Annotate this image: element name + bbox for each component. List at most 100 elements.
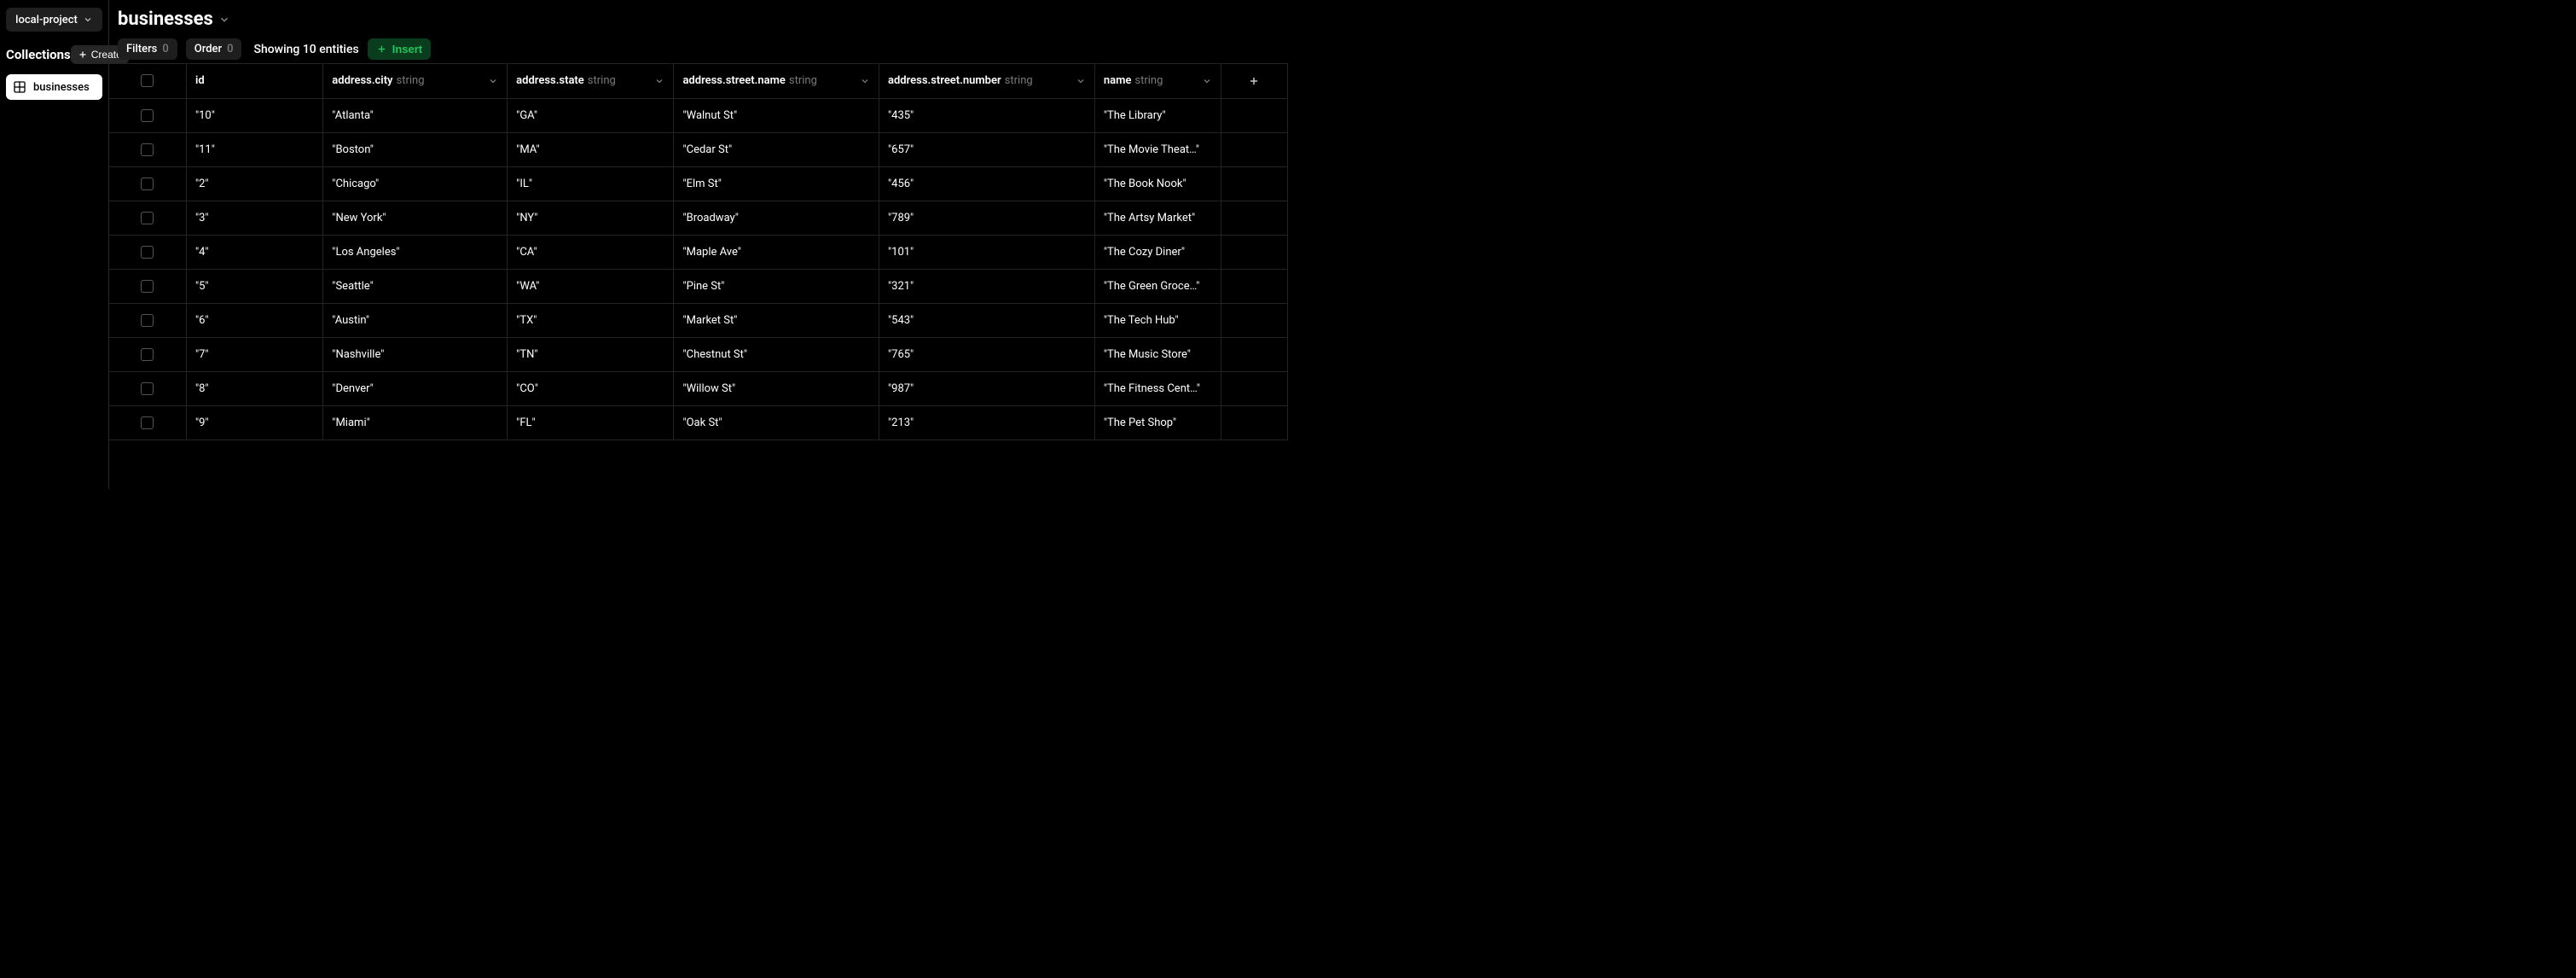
- row-checkbox[interactable]: [141, 178, 154, 190]
- cell-name[interactable]: "The Cozy Diner": [1094, 235, 1221, 269]
- cell-city[interactable]: "Denver": [323, 371, 508, 405]
- chevron-down-icon[interactable]: [1202, 76, 1212, 86]
- row-checkbox[interactable]: [141, 314, 154, 327]
- cell-id[interactable]: "10": [186, 98, 322, 132]
- cell-id[interactable]: "2": [186, 166, 322, 201]
- row-checkbox[interactable]: [141, 280, 154, 293]
- cell-street-name[interactable]: "Chestnut St": [674, 337, 879, 371]
- column-header-address-city[interactable]: address.citystring: [323, 64, 508, 98]
- table-row[interactable]: "7""Nashville""TN""Chestnut St""765""The…: [109, 337, 1288, 371]
- cell-name[interactable]: "The Movie Theat…": [1094, 132, 1221, 166]
- row-checkbox[interactable]: [141, 143, 154, 156]
- cell-name[interactable]: "The Pet Shop": [1094, 405, 1221, 440]
- cell-state[interactable]: "GA": [508, 98, 674, 132]
- cell-street-number[interactable]: "101": [879, 235, 1094, 269]
- cell-name[interactable]: "The Tech Hub": [1094, 303, 1221, 337]
- cell-street-name[interactable]: "Market St": [674, 303, 879, 337]
- cell-city[interactable]: "Austin": [323, 303, 508, 337]
- cell-id[interactable]: "9": [186, 405, 322, 440]
- cell-street-number[interactable]: "456": [879, 166, 1094, 201]
- cell-name[interactable]: "The Fitness Cent…": [1094, 371, 1221, 405]
- cell-state[interactable]: "MA": [508, 132, 674, 166]
- cell-state[interactable]: "CO": [508, 371, 674, 405]
- table-row[interactable]: "3""New York""NY""Broadway""789""The Art…: [109, 201, 1288, 235]
- cell-id[interactable]: "3": [186, 201, 322, 235]
- row-checkbox[interactable]: [141, 109, 154, 122]
- cell-id[interactable]: "11": [186, 132, 322, 166]
- table-row[interactable]: "4""Los Angeles""CA""Maple Ave""101""The…: [109, 235, 1288, 269]
- table-row[interactable]: "9""Miami""FL""Oak St""213""The Pet Shop…: [109, 405, 1288, 440]
- cell-city[interactable]: "Nashville": [323, 337, 508, 371]
- cell-state[interactable]: "CA": [508, 235, 674, 269]
- cell-street-name[interactable]: "Oak St": [674, 405, 879, 440]
- cell-street-number[interactable]: "543": [879, 303, 1094, 337]
- cell-street-number[interactable]: "213": [879, 405, 1094, 440]
- cell-street-name[interactable]: "Elm St": [674, 166, 879, 201]
- cell-street-name[interactable]: "Cedar St": [674, 132, 879, 166]
- cell-street-name[interactable]: "Pine St": [674, 269, 879, 303]
- cell-id[interactable]: "7": [186, 337, 322, 371]
- cell-id[interactable]: "8": [186, 371, 322, 405]
- filters-button[interactable]: Filters 0: [118, 38, 177, 60]
- cell-city[interactable]: "Los Angeles": [323, 235, 508, 269]
- chevron-down-icon[interactable]: [860, 76, 870, 86]
- column-header-name[interactable]: namestring: [1094, 64, 1221, 98]
- cell-name[interactable]: "The Green Groce…": [1094, 269, 1221, 303]
- table-row[interactable]: "2""Chicago""IL""Elm St""456""The Book N…: [109, 166, 1288, 201]
- chevron-down-icon[interactable]: [654, 76, 664, 86]
- table-row[interactable]: "10""Atlanta""GA""Walnut St""435""The Li…: [109, 98, 1288, 132]
- cell-state[interactable]: "TX": [508, 303, 674, 337]
- sidebar-item-businesses[interactable]: businesses: [6, 74, 102, 100]
- cell-city[interactable]: "Seattle": [323, 269, 508, 303]
- cell-name[interactable]: "The Music Store": [1094, 337, 1221, 371]
- cell-state[interactable]: "FL": [508, 405, 674, 440]
- table-row[interactable]: "5""Seattle""WA""Pine St""321""The Green…: [109, 269, 1288, 303]
- cell-city[interactable]: "Chicago": [323, 166, 508, 201]
- cell-street-name[interactable]: "Maple Ave": [674, 235, 879, 269]
- cell-state[interactable]: "TN": [508, 337, 674, 371]
- cell-street-name[interactable]: "Walnut St": [674, 98, 879, 132]
- cell-city[interactable]: "Miami": [323, 405, 508, 440]
- insert-button[interactable]: Insert: [368, 38, 431, 60]
- cell-street-number[interactable]: "765": [879, 337, 1094, 371]
- table-row[interactable]: "8""Denver""CO""Willow St""987""The Fitn…: [109, 371, 1288, 405]
- row-checkbox[interactable]: [141, 212, 154, 224]
- column-header-address-state[interactable]: address.statestring: [508, 64, 674, 98]
- cell-street-name[interactable]: "Willow St": [674, 371, 879, 405]
- cell-id[interactable]: "5": [186, 269, 322, 303]
- cell-state[interactable]: "WA": [508, 269, 674, 303]
- chevron-down-icon[interactable]: [1076, 76, 1086, 86]
- column-header-address-street-number[interactable]: address.street.numberstring: [879, 64, 1094, 98]
- row-checkbox[interactable]: [141, 416, 154, 429]
- column-header-id[interactable]: id: [186, 64, 322, 98]
- cell-name[interactable]: "The Artsy Market": [1094, 201, 1221, 235]
- cell-name[interactable]: "The Library": [1094, 98, 1221, 132]
- cell-street-number[interactable]: "435": [879, 98, 1094, 132]
- cell-empty: [1221, 371, 1287, 405]
- row-checkbox[interactable]: [141, 246, 154, 259]
- row-checkbox[interactable]: [141, 382, 154, 395]
- cell-state[interactable]: "IL": [508, 166, 674, 201]
- chevron-down-icon[interactable]: [488, 76, 498, 86]
- cell-city[interactable]: "Boston": [323, 132, 508, 166]
- cell-id[interactable]: "4": [186, 235, 322, 269]
- cell-city[interactable]: "Atlanta": [323, 98, 508, 132]
- order-button[interactable]: Order 0: [186, 38, 242, 60]
- cell-street-number[interactable]: "321": [879, 269, 1094, 303]
- table-row[interactable]: "6""Austin""TX""Market St""543""The Tech…: [109, 303, 1288, 337]
- column-header-address-street-name[interactable]: address.street.namestring: [674, 64, 879, 98]
- add-column-button[interactable]: [1221, 64, 1287, 98]
- cell-street-name[interactable]: "Broadway": [674, 201, 879, 235]
- chevron-down-icon[interactable]: [218, 14, 230, 26]
- table-row[interactable]: "11""Boston""MA""Cedar St""657""The Movi…: [109, 132, 1288, 166]
- cell-city[interactable]: "New York": [323, 201, 508, 235]
- cell-state[interactable]: "NY": [508, 201, 674, 235]
- select-all-checkbox[interactable]: [141, 74, 154, 87]
- row-checkbox[interactable]: [141, 348, 154, 361]
- project-selector[interactable]: local-project: [6, 8, 102, 32]
- cell-street-number[interactable]: "987": [879, 371, 1094, 405]
- cell-name[interactable]: "The Book Nook": [1094, 166, 1221, 201]
- cell-street-number[interactable]: "789": [879, 201, 1094, 235]
- cell-street-number[interactable]: "657": [879, 132, 1094, 166]
- cell-id[interactable]: "6": [186, 303, 322, 337]
